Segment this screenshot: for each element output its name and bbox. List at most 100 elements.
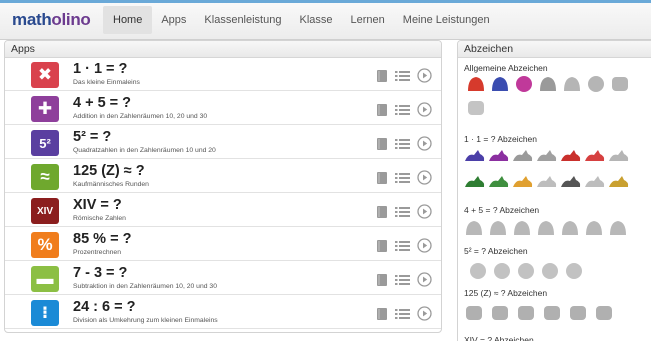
- nav-meine-leistungen[interactable]: Meine Leistungen: [394, 6, 499, 34]
- app-row[interactable]: ✚ 4 + 5 = ? Addition in den Zahlenräumen 1…: [5, 93, 441, 125]
- list-icon[interactable]: [395, 306, 410, 321]
- app-icon[interactable]: XIV: [31, 198, 59, 224]
- badge-icon[interactable]: [488, 173, 509, 191]
- badge-icon[interactable]: [610, 75, 630, 93]
- main-nav: Home Apps Klassenleistung Klasse Lernen …: [103, 6, 499, 34]
- nav-lernen[interactable]: Lernen: [342, 6, 394, 34]
- badge-icon[interactable]: [536, 147, 557, 165]
- badge-icon[interactable]: [490, 75, 510, 93]
- play-icon[interactable]: [417, 306, 432, 321]
- nav-klassenleistung[interactable]: Klassenleistung: [195, 6, 290, 34]
- app-title[interactable]: XIV = ?: [73, 197, 122, 213]
- badge-icon[interactable]: [512, 219, 532, 237]
- badge-icon[interactable]: [584, 147, 605, 165]
- book-icon[interactable]: [374, 102, 389, 117]
- book-icon[interactable]: [374, 170, 389, 185]
- badge-icon[interactable]: [562, 75, 582, 93]
- badge-icon[interactable]: [542, 304, 562, 322]
- play-icon[interactable]: [417, 272, 432, 287]
- list-icon[interactable]: [395, 136, 410, 151]
- app-title[interactable]: 85 % = ?: [73, 231, 131, 247]
- badges-panel: Abzeichen Allgemeine Abzeichen 1 · 1 = ? …: [457, 40, 651, 341]
- badge-section-title: XIV = ? Abzeichen: [464, 335, 534, 341]
- play-icon[interactable]: [417, 68, 432, 83]
- badge-icon[interactable]: [464, 304, 484, 322]
- nav-klasse[interactable]: Klasse: [290, 6, 341, 34]
- badge-icon[interactable]: [516, 304, 536, 322]
- badge-icon[interactable]: [464, 147, 485, 165]
- list-icon[interactable]: [395, 170, 410, 185]
- book-icon[interactable]: [374, 204, 389, 219]
- app-icon[interactable]: ≈: [31, 164, 59, 190]
- badge-icon[interactable]: [564, 262, 584, 280]
- app-title[interactable]: 7 - 3 = ?: [73, 265, 127, 281]
- badge-icon[interactable]: [584, 219, 604, 237]
- app-row[interactable]: ⁝ 24 : 6 = ? Division als Umkehrung zum kl…: [5, 297, 441, 329]
- app-icon[interactable]: ⁝: [31, 300, 59, 326]
- badge-icon[interactable]: [492, 262, 512, 280]
- app-icon[interactable]: ▬: [31, 266, 59, 292]
- book-icon[interactable]: [374, 68, 389, 83]
- badge-icon[interactable]: [540, 262, 560, 280]
- app-icon[interactable]: 5²: [31, 130, 59, 156]
- list-icon[interactable]: [395, 272, 410, 287]
- app-row[interactable]: XIV XIV = ? Römische Zahlen: [5, 195, 441, 227]
- badge-icon[interactable]: [514, 75, 534, 93]
- badge-icon[interactable]: [608, 173, 629, 191]
- app-title[interactable]: 4 + 5 = ?: [73, 95, 131, 111]
- app-row[interactable]: ▬ 7 - 3 = ? Subtraktion in den Zahlenräume…: [5, 263, 441, 295]
- app-icon[interactable]: ✖: [31, 62, 59, 88]
- app-title[interactable]: 1 · 1 = ?: [73, 61, 127, 77]
- app-title[interactable]: 125 (Z) ≈ ?: [73, 163, 145, 179]
- app-row[interactable]: 5² 5² = ? Quadratzahlen in den Zahlenräume…: [5, 127, 441, 159]
- app-subtitle: Division als Umkehrung zum kleinen Einma…: [73, 317, 218, 324]
- top-navigation-bar: matholino Home Apps Klassenleistung Klas…: [0, 0, 651, 40]
- badge-icon[interactable]: [466, 99, 486, 117]
- badge-icon[interactable]: [464, 219, 484, 237]
- badge-icon[interactable]: [536, 173, 557, 191]
- badge-icon[interactable]: [560, 219, 580, 237]
- play-icon[interactable]: [417, 170, 432, 185]
- badge-icon[interactable]: [466, 75, 486, 93]
- badge-icon[interactable]: [584, 173, 605, 191]
- badge-icon[interactable]: [586, 75, 606, 93]
- badge-icon[interactable]: [560, 173, 581, 191]
- badge-icon[interactable]: [488, 219, 508, 237]
- badge-icon[interactable]: [594, 304, 614, 322]
- logo[interactable]: matholino: [12, 10, 91, 30]
- nav-home[interactable]: Home: [103, 6, 153, 34]
- badge-icon[interactable]: [490, 304, 510, 322]
- badge-icon[interactable]: [536, 219, 556, 237]
- badge-icon[interactable]: [608, 219, 628, 237]
- play-icon[interactable]: [417, 204, 432, 219]
- app-row[interactable]: ≈125 (Z) ≈ ? Kaufmännisches Runden: [5, 161, 441, 193]
- badge-icon[interactable]: [488, 147, 509, 165]
- book-icon[interactable]: [374, 238, 389, 253]
- badge-icon[interactable]: [568, 304, 588, 322]
- app-icon[interactable]: ✚: [31, 96, 59, 122]
- badge-icon[interactable]: [608, 147, 629, 165]
- list-icon[interactable]: [395, 204, 410, 219]
- app-row[interactable]: % 85 % = ? Prozentrechnen: [5, 229, 441, 261]
- badge-icon[interactable]: [468, 262, 488, 280]
- badge-icon[interactable]: [516, 262, 536, 280]
- badge-icon[interactable]: [538, 75, 558, 93]
- play-icon[interactable]: [417, 238, 432, 253]
- list-icon[interactable]: [395, 102, 410, 117]
- play-icon[interactable]: [417, 102, 432, 117]
- book-icon[interactable]: [374, 272, 389, 287]
- book-icon[interactable]: [374, 136, 389, 151]
- badge-icon[interactable]: [512, 147, 533, 165]
- app-title[interactable]: 24 : 6 = ?: [73, 299, 135, 315]
- app-title[interactable]: 5² = ?: [73, 129, 111, 145]
- play-icon[interactable]: [417, 136, 432, 151]
- book-icon[interactable]: [374, 306, 389, 321]
- badge-icon[interactable]: [560, 147, 581, 165]
- app-row[interactable]: ✖ 1 · 1 = ? Das kleine Einmaleins: [5, 59, 441, 91]
- badge-icon[interactable]: [512, 173, 533, 191]
- nav-apps[interactable]: Apps: [152, 6, 195, 34]
- badge-icon[interactable]: [464, 173, 485, 191]
- list-icon[interactable]: [395, 68, 410, 83]
- list-icon[interactable]: [395, 238, 410, 253]
- app-icon[interactable]: %: [31, 232, 59, 258]
